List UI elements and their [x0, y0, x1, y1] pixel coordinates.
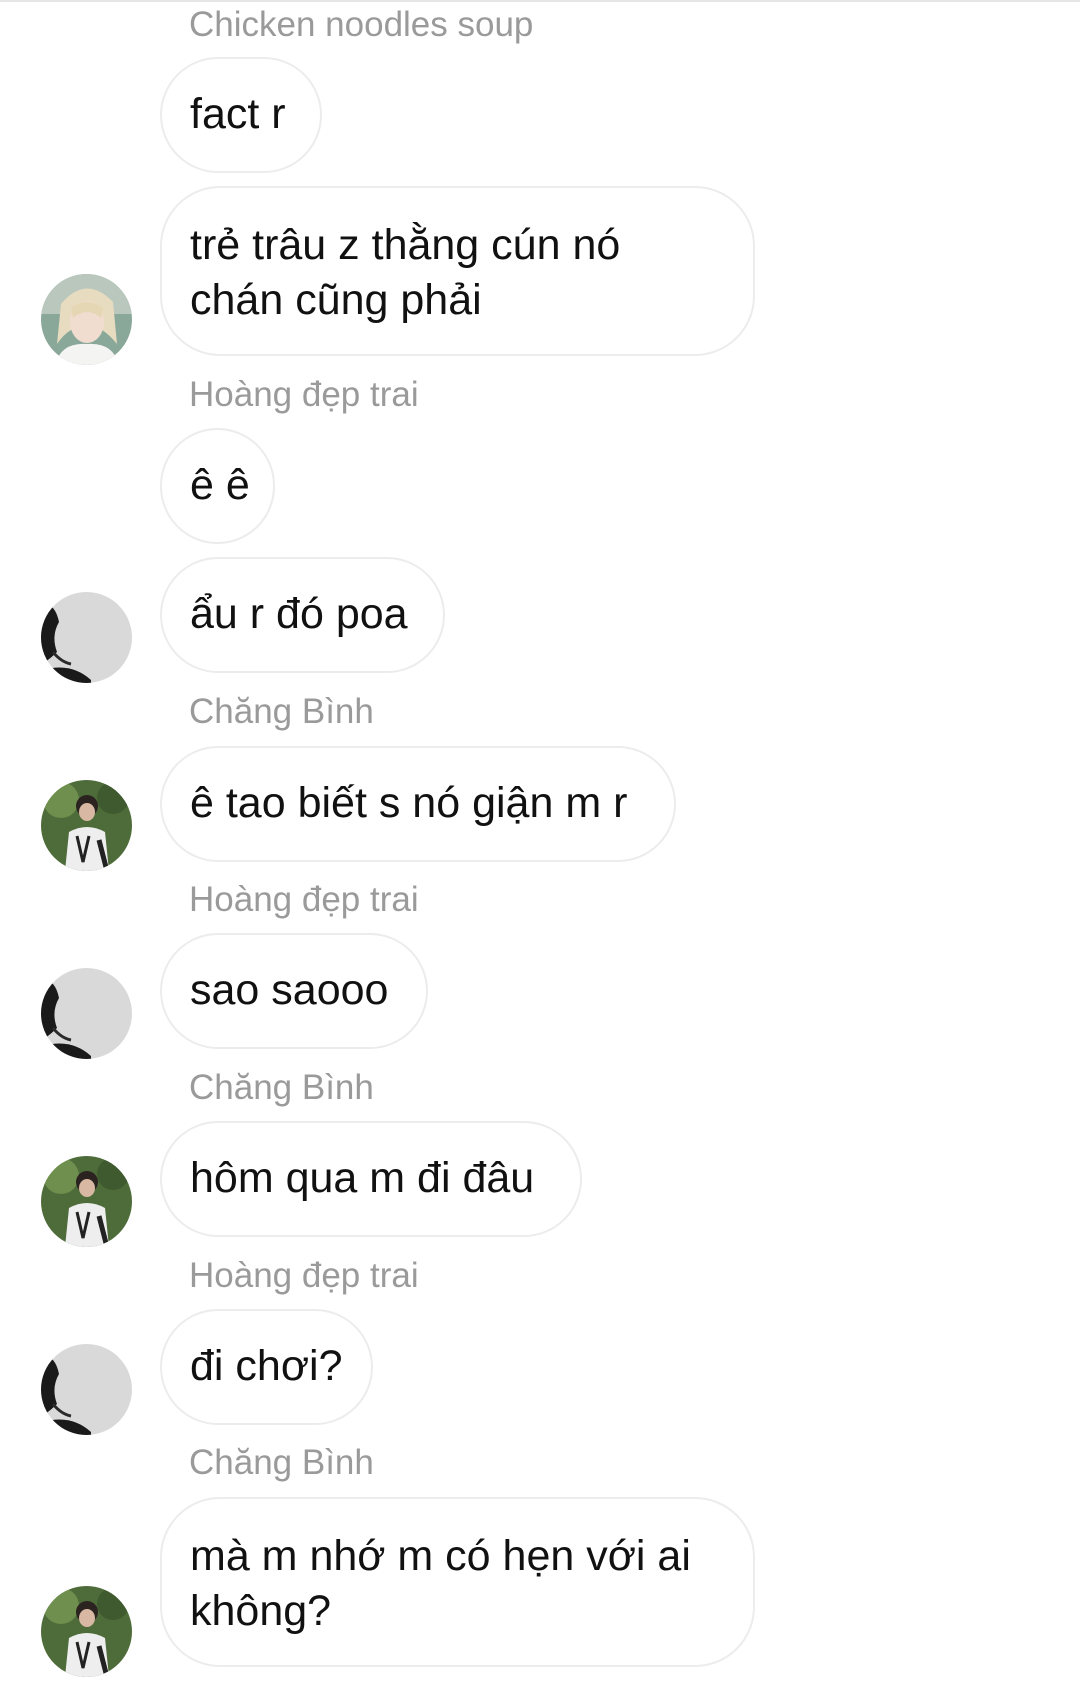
- message-bubble[interactable]: ê tao biết s nó giận m r: [160, 746, 676, 862]
- message-bubble[interactable]: đi chơi?: [160, 1309, 373, 1425]
- grey-silhouette-avatar[interactable]: [41, 592, 132, 683]
- sender-name: Chăng Bình: [189, 1068, 374, 1107]
- blonde-profile-avatar[interactable]: [41, 274, 132, 365]
- message-bubble[interactable]: ê ê: [160, 428, 275, 544]
- sender-name: Chăng Bình: [189, 1443, 374, 1482]
- message-bubble[interactable]: hôm qua m đi đâu: [160, 1121, 582, 1237]
- sender-name: Chăng Bình: [189, 692, 374, 731]
- message-bubble[interactable]: mà m nhớ m có hẹn với ai không?: [160, 1497, 755, 1667]
- sender-name: Hoàng đẹp trai: [189, 880, 419, 919]
- sender-name: Hoàng đẹp trai: [189, 375, 419, 414]
- sender-name: Chicken noodles soup: [189, 5, 534, 44]
- outdoor-photo-avatar[interactable]: [41, 1156, 132, 1247]
- outdoor-photo-avatar[interactable]: [41, 780, 132, 871]
- grey-silhouette-avatar[interactable]: [41, 968, 132, 1059]
- sender-name: Hoàng đẹp trai: [189, 1256, 419, 1295]
- outdoor-photo-avatar[interactable]: [41, 1586, 132, 1677]
- message-bubble[interactable]: fact r: [160, 57, 322, 173]
- message-bubble[interactable]: sao saooo: [160, 933, 428, 1049]
- message-bubble[interactable]: trẻ trâu z thằng cún nó chán cũng phải: [160, 186, 755, 356]
- grey-silhouette-avatar[interactable]: [41, 1344, 132, 1435]
- top-divider: [0, 0, 1080, 2]
- message-bubble[interactable]: ẩu r đó poa: [160, 557, 445, 673]
